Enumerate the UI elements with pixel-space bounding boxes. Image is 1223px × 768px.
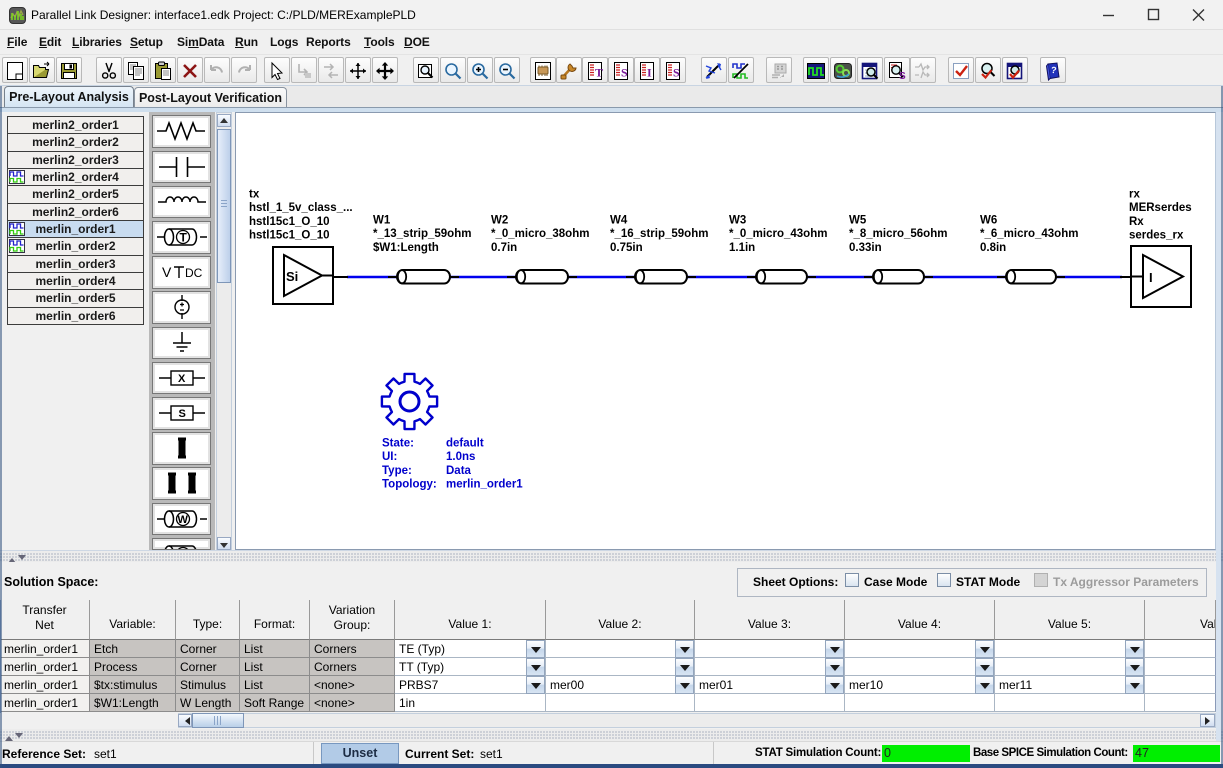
svg-text:*_6_micro_43ohm: *_6_micro_43ohm bbox=[980, 228, 1078, 240]
svg-text:State:: State: bbox=[382, 438, 414, 450]
svg-text:*_16_strip_59ohm: *_16_strip_59ohm bbox=[610, 228, 708, 240]
svg-text:S: S bbox=[899, 71, 906, 81]
svg-text:*_8_micro_56ohm: *_8_micro_56ohm bbox=[849, 228, 947, 240]
svg-text:I: I bbox=[647, 66, 652, 80]
svg-text:W2: W2 bbox=[491, 215, 508, 227]
svg-text:W6: W6 bbox=[980, 215, 997, 227]
svg-text:hstl_1_5v_class_...: hstl_1_5v_class_... bbox=[249, 202, 353, 214]
svg-text:merlin_order1: merlin_order1 bbox=[446, 479, 523, 491]
svg-text:Type:: Type: bbox=[382, 465, 412, 477]
svg-text:S: S bbox=[178, 408, 185, 420]
svg-text:0.7in: 0.7in bbox=[491, 242, 517, 254]
svg-text:W1: W1 bbox=[373, 215, 391, 227]
svg-text:W4: W4 bbox=[610, 215, 628, 227]
svg-text:tx: tx bbox=[249, 189, 260, 201]
svg-text:S: S bbox=[673, 66, 680, 80]
svg-text:0.8in: 0.8in bbox=[980, 242, 1006, 254]
svg-text:0.75in: 0.75in bbox=[610, 242, 643, 254]
svg-text:hstl15c1_O_10: hstl15c1_O_10 bbox=[249, 230, 330, 242]
svg-text:Topology:: Topology: bbox=[382, 479, 437, 491]
svg-text:?: ? bbox=[1050, 65, 1057, 76]
svg-text:1.1in: 1.1in bbox=[729, 242, 755, 254]
svg-text:serdes_rx: serdes_rx bbox=[1129, 230, 1184, 242]
svg-text:0.33in: 0.33in bbox=[849, 242, 882, 254]
svg-text:Data: Data bbox=[446, 465, 472, 477]
svg-text:*_0_micro_38ohm: *_0_micro_38ohm bbox=[491, 228, 589, 240]
svg-text:Si: Si bbox=[286, 269, 298, 284]
svg-text:V: V bbox=[162, 264, 172, 280]
svg-text:rx: rx bbox=[1129, 189, 1140, 201]
svg-text:UI:: UI: bbox=[382, 451, 397, 463]
svg-text:default: default bbox=[446, 438, 484, 450]
svg-text:hstl15c1_O_10: hstl15c1_O_10 bbox=[249, 216, 330, 228]
svg-text:W3: W3 bbox=[729, 215, 746, 227]
svg-text:*_0_micro_43ohm: *_0_micro_43ohm bbox=[729, 228, 827, 240]
svg-text:W: W bbox=[177, 514, 188, 526]
svg-text:MERserdes: MERserdes bbox=[1129, 202, 1192, 214]
svg-text:*_13_strip_59ohm: *_13_strip_59ohm bbox=[373, 228, 471, 240]
svg-text:X: X bbox=[178, 373, 186, 385]
svg-text:$W1:Length: $W1:Length bbox=[373, 242, 439, 254]
svg-text:T: T bbox=[179, 231, 187, 245]
svg-text:T: T bbox=[595, 66, 603, 80]
svg-text:Rx: Rx bbox=[1129, 216, 1144, 228]
svg-text:1.0ns: 1.0ns bbox=[446, 451, 475, 463]
svg-text:DC: DC bbox=[185, 266, 203, 280]
svg-text:I: I bbox=[1149, 270, 1153, 285]
svg-text:W5: W5 bbox=[849, 215, 867, 227]
svg-text:S: S bbox=[621, 66, 628, 80]
